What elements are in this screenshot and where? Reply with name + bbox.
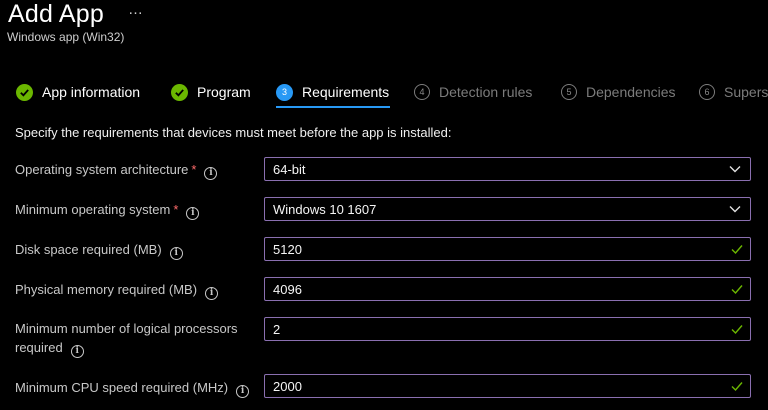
checkmark-icon [171,83,188,101]
tab-dependencies[interactable]: 5 Dependencies [561,78,676,106]
step-number-icon: 3 [276,83,293,101]
cpu-speed-input[interactable]: 2000 [264,374,751,398]
label-text: Operating system architecture [15,162,189,177]
physical-memory-label: Physical memory required (MB) i [15,281,219,300]
tab-requirements[interactable]: 3 Requirements [276,78,389,106]
step-number-icon: 4 [414,84,430,100]
info-icon[interactable]: i [236,385,250,398]
disk-space-input[interactable]: 5120 [264,237,751,261]
tab-app-information[interactable]: App information [16,78,140,106]
tab-program[interactable]: Program [171,78,251,106]
field-value: Windows 10 1607 [273,201,377,217]
tab-label: Supers [724,84,768,100]
tab-label: Dependencies [586,84,676,100]
checkmark-icon [16,83,33,101]
os-architecture-dropdown[interactable]: 64-bit [264,157,751,181]
requirements-intro: Specify the requirements that devices mu… [15,125,452,140]
info-icon[interactable]: i [186,207,200,220]
active-tab-indicator [276,106,390,108]
page-header: Add App [8,0,104,28]
wizard-steps: App information Program 3 Requirements 4… [0,78,768,108]
checkmark-icon [731,245,743,255]
field-value: 64-bit [273,161,306,177]
physical-memory-input[interactable]: 4096 [264,277,751,301]
label-text: Disk space required (MB) [15,242,162,257]
tab-detection-rules[interactable]: 4 Detection rules [414,78,532,106]
page-title: Add App [8,0,104,28]
label-text: Physical memory required (MB) [15,282,198,297]
label-text: Minimum number of logical processors [15,321,238,336]
field-value: 2000 [273,378,302,394]
tab-label: App information [42,84,141,100]
label-text: Minimum CPU speed required (MHz) [15,380,229,395]
logical-processors-label: Minimum number of logical processors req… [15,320,238,358]
chevron-down-icon [729,206,741,213]
more-options-icon[interactable]: … [128,1,144,18]
minimum-os-dropdown[interactable]: Windows 10 1607 [264,197,751,221]
field-value: 4096 [273,281,302,297]
step-number-icon: 6 [699,84,715,100]
disk-space-label: Disk space required (MB) i [15,241,183,260]
os-architecture-label: Operating system architecture * i [15,161,218,180]
info-icon[interactable]: i [204,167,218,180]
required-marker: * [191,162,197,177]
minimum-os-label: Minimum operating system * i [15,201,200,220]
page-subtitle: Windows app (Win32) [7,30,125,44]
info-icon[interactable]: i [169,247,183,260]
label-text: required [15,340,63,355]
step-number-icon: 5 [561,84,577,100]
required-marker: * [173,202,179,217]
tab-label: Program [197,84,251,100]
chevron-down-icon [729,166,741,173]
tab-supersedence[interactable]: 6 Supers [699,78,768,106]
field-value: 2 [273,321,281,337]
checkmark-icon [731,325,743,335]
info-icon[interactable]: i [205,287,219,300]
logical-processors-input[interactable]: 2 [264,317,751,341]
label-text: Minimum operating system [15,202,171,217]
cpu-speed-label: Minimum CPU speed required (MHz) i [15,379,250,398]
tab-label: Detection rules [439,84,533,100]
field-value: 5120 [273,241,302,257]
checkmark-icon [731,285,743,295]
tab-label: Requirements [302,84,390,100]
info-icon[interactable]: i [70,345,84,358]
checkmark-icon [731,382,743,392]
